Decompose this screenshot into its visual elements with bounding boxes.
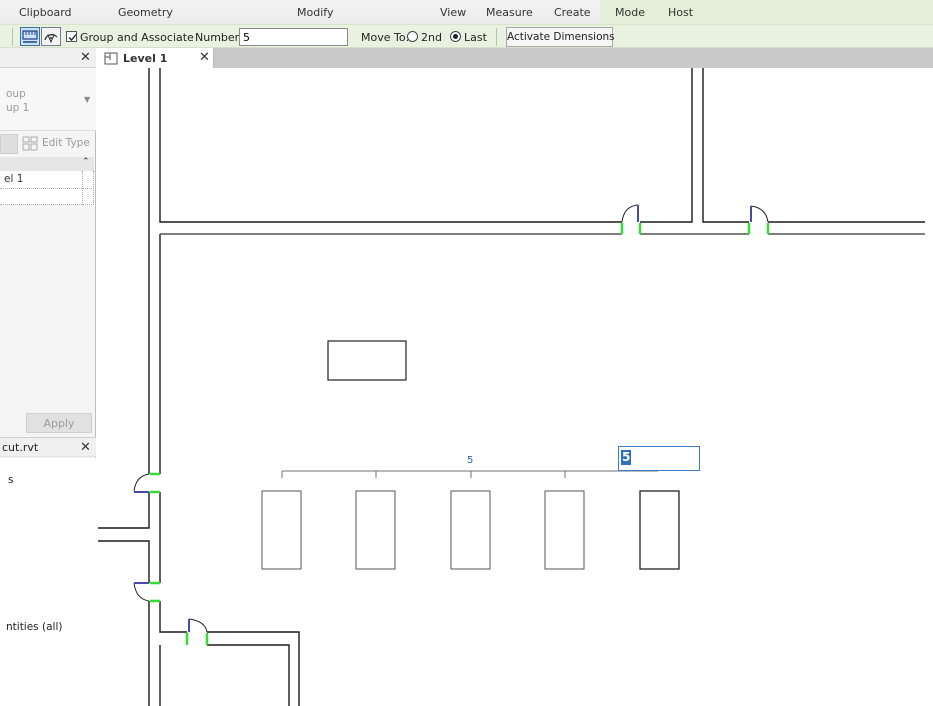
contextual-tab-background <box>600 0 933 24</box>
properties-header: ✕ <box>0 48 96 68</box>
properties-filter-row: Edit Type <box>0 133 96 155</box>
number-label: Number: <box>195 31 243 44</box>
wall <box>207 644 290 706</box>
array-count-label[interactable]: 5 <box>467 455 473 466</box>
move-to-last-label: Last <box>464 31 487 44</box>
ribbon-panel-modify[interactable]: Modify <box>297 6 333 19</box>
wall <box>640 68 693 223</box>
type-selector-type: up 1 <box>6 102 30 114</box>
array-member <box>261 490 302 570</box>
wall <box>98 540 150 583</box>
left-panel: ✕ oup up 1 ▼ Edit Type ⌃ el 1 Apply cut.… <box>0 48 96 706</box>
drawing-canvas[interactable] <box>97 68 933 706</box>
wall <box>702 68 749 223</box>
instance-filter-dropdown[interactable] <box>0 134 18 154</box>
table-element <box>327 340 407 381</box>
array-count-edit-value[interactable]: 5 <box>621 450 632 465</box>
options-bar: Group and Associate Number: Move To: 2nd… <box>0 24 933 48</box>
array-member-selected <box>639 490 680 570</box>
checkmark-icon <box>68 34 77 41</box>
property-value[interactable]: el 1 <box>4 173 23 185</box>
type-selector-dropdown-icon[interactable]: ▼ <box>84 95 90 104</box>
door-swing <box>133 582 150 602</box>
tree-item[interactable]: s <box>8 474 13 486</box>
collapse-group-icon[interactable]: ⌃ <box>82 157 90 167</box>
array-member <box>450 490 491 570</box>
door-swing <box>188 618 208 633</box>
project-browser-header: cut.rvt ✕ <box>0 437 96 457</box>
ribbon-panel-create[interactable]: Create <box>554 6 591 19</box>
ribbon-panel-mode[interactable]: Mode <box>615 6 645 19</box>
edit-type-label: Edit Type <box>42 137 90 149</box>
options-bar-separator <box>496 28 497 46</box>
ribbon-panel-labels: Clipboard Geometry Modify View Measure C… <box>0 0 933 24</box>
grid-line <box>82 171 83 205</box>
grid-line <box>0 188 94 189</box>
linear-array-button[interactable] <box>20 27 40 46</box>
view-tab-strip: Level 1 ✕ <box>96 48 933 68</box>
ribbon-panel-host[interactable]: Host <box>668 6 693 19</box>
array-member <box>544 490 585 570</box>
array-count-edit-box[interactable]: 5 <box>618 446 700 471</box>
door-swing <box>750 205 769 223</box>
move-to-last-radio[interactable] <box>450 31 461 42</box>
array-member <box>355 490 396 570</box>
tab-level-1-label: Level 1 <box>123 52 168 65</box>
ribbon-panel-view[interactable]: View <box>440 6 466 19</box>
door-swing <box>133 473 150 492</box>
wall <box>159 601 187 633</box>
wall <box>159 68 622 223</box>
group-and-associate-label: Group and Associate <box>80 31 194 44</box>
activate-dimensions-button[interactable]: Activate Dimensions <box>506 27 615 47</box>
wall <box>98 492 150 529</box>
properties-group-header[interactable]: ⌃ <box>0 157 94 171</box>
radial-array-icon <box>44 34 58 44</box>
type-selector-family: oup <box>6 88 26 100</box>
number-input[interactable] <box>239 28 348 46</box>
project-browser-close-icon[interactable]: ✕ <box>80 441 91 454</box>
properties-grid: el 1 <box>0 171 94 205</box>
group-and-associate-checkbox[interactable] <box>66 31 77 42</box>
radial-array-button[interactable] <box>41 27 61 46</box>
tree-item[interactable]: ntities (all) <box>6 621 62 633</box>
move-to-2nd-label: 2nd <box>421 31 442 44</box>
move-to-2nd-radio[interactable] <box>407 31 418 42</box>
floor-plan-drawing[interactable] <box>97 68 933 706</box>
project-browser-tree: s ntities (all) <box>0 458 96 706</box>
apply-button[interactable]: Apply <box>26 413 92 433</box>
ribbon-panel-clipboard[interactable]: Clipboard <box>19 6 72 19</box>
grid-line <box>93 171 94 205</box>
type-selector[interactable]: oup up 1 ▼ <box>0 68 96 131</box>
move-to-label: Move To: <box>361 31 410 44</box>
door-swing <box>621 204 639 223</box>
ribbon-panel-measure[interactable]: Measure <box>486 6 533 19</box>
linear-array-icon <box>22 30 38 43</box>
project-browser-title: cut.rvt <box>2 441 39 454</box>
ribbon-panel-geometry[interactable]: Geometry <box>118 6 173 19</box>
edit-type-button[interactable]: Edit Type <box>22 135 94 153</box>
tab-close-icon[interactable]: ✕ <box>199 51 210 64</box>
floor-plan-icon <box>104 52 118 65</box>
tab-level-1[interactable]: Level 1 ✕ <box>96 48 214 68</box>
properties-close-icon[interactable]: ✕ <box>80 51 91 64</box>
edit-type-icon <box>22 136 38 151</box>
wall <box>207 631 300 706</box>
options-bar-separator <box>12 28 13 46</box>
